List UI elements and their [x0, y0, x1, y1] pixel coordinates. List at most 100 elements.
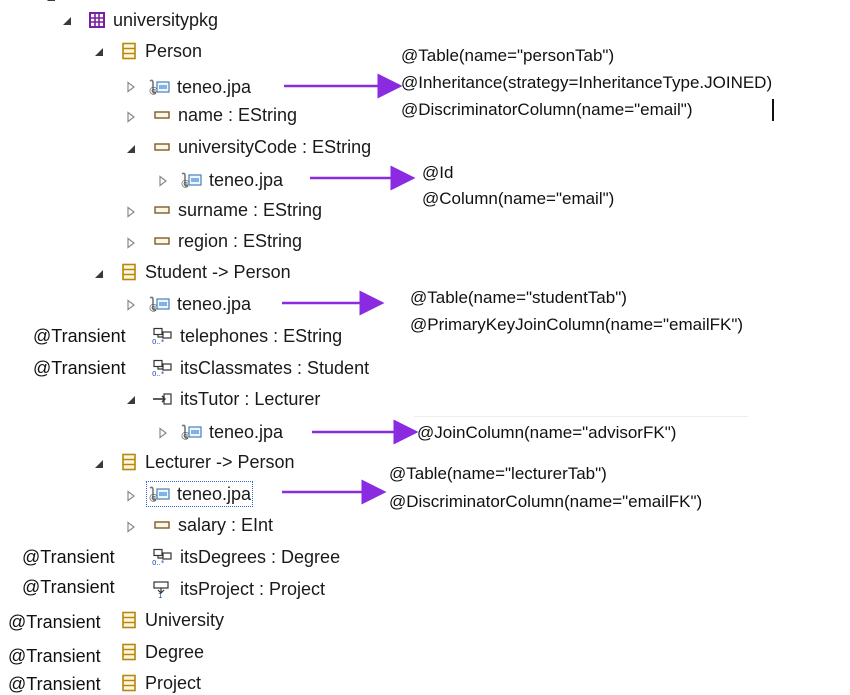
- tree-node-classmates[interactable]: itsClassmates : Student: [151, 357, 369, 379]
- expand-toggle[interactable]: [124, 142, 138, 156]
- collapse-toggle[interactable]: [124, 298, 138, 312]
- node-label: surname : EString: [178, 200, 323, 220]
- annotation-line: @Column(name="email"): [422, 189, 615, 208]
- tree-node-lecturer-jpa[interactable]: teneo.jpa: [145, 481, 254, 507]
- node-label: itsProject : Project: [180, 579, 326, 599]
- node-label: universityCode : EString: [178, 137, 372, 157]
- tree-node-package[interactable]: universitypkg: [88, 9, 218, 31]
- tree-node-region[interactable]: region : EString: [153, 230, 302, 252]
- tree-node-project[interactable]: Project: [120, 672, 201, 694]
- reference-one-icon: [151, 390, 173, 408]
- expand-toggle[interactable]: [60, 14, 74, 28]
- node-label: salary : EInt: [178, 515, 274, 535]
- expand-toggle[interactable]: [124, 393, 138, 407]
- annotation-box-student: @Table(name="studentTab") @PrimaryKeyJoi…: [404, 286, 824, 342]
- attribute-icon: [153, 106, 171, 124]
- attribute-icon: [153, 516, 171, 534]
- collapse-toggle[interactable]: [124, 520, 138, 534]
- annotation-line: @DiscriminatorColumn(name="emailFK"): [389, 492, 703, 511]
- expand-toggle[interactable]: [92, 45, 106, 59]
- annotation-line: @Table(name="lecturerTab"): [389, 464, 607, 483]
- reference-many-icon: [151, 327, 173, 345]
- annotation-line: @Inheritance(strategy=InheritanceType.JO…: [401, 73, 773, 92]
- collapse-toggle[interactable]: [124, 110, 138, 124]
- annotation-line: @Id: [422, 163, 454, 182]
- class-icon: [120, 643, 138, 661]
- tree-node-degrees[interactable]: itsDegrees : Degree: [151, 546, 340, 568]
- reference-one-icon: [151, 580, 173, 598]
- node-label: Person: [145, 41, 203, 61]
- annotation-icon: [148, 295, 170, 313]
- node-label: itsTutor : Lecturer: [180, 389, 321, 409]
- annotation-line: @Table(name="studentTab"): [410, 288, 627, 307]
- transient-tag: @Transient: [22, 547, 115, 567]
- attribute-icon: [153, 232, 171, 250]
- node-label: teneo.jpa: [177, 77, 252, 97]
- annotation-box-tutor: @JoinColumn(name="advisorFK"): [414, 416, 748, 449]
- tree-node-lecturer[interactable]: Lecturer -> Person: [120, 451, 295, 473]
- attribute-icon: [153, 138, 171, 156]
- tree-node-person[interactable]: Person: [120, 40, 202, 62]
- tree-node-university-code[interactable]: universityCode : EString: [153, 136, 371, 158]
- tree-node-tutor-jpa[interactable]: teneo.jpa: [180, 421, 283, 443]
- node-label: itsClassmates : Student: [180, 358, 370, 378]
- package-icon: [88, 11, 106, 29]
- node-label: telephones : EString: [180, 326, 343, 346]
- transient-tag: @Transient: [22, 577, 115, 597]
- annotation-icon: [180, 423, 202, 441]
- collapse-toggle[interactable]: [124, 236, 138, 250]
- annotation-line: @PrimaryKeyJoinColumn(name="emailFK"): [410, 315, 744, 334]
- tree-node-telephones[interactable]: telephones : EString: [151, 325, 342, 347]
- tree-node-university[interactable]: University: [120, 609, 224, 631]
- node-label: Student -> Person: [145, 262, 291, 282]
- annotation-icon: [148, 485, 170, 503]
- transient-tag: @Transient: [8, 646, 101, 666]
- annotation-box-person: @Table(name="personTab") @Inheritance(st…: [396, 44, 850, 124]
- annotation-icon: [180, 171, 202, 189]
- tree-node-student[interactable]: Student -> Person: [120, 261, 291, 283]
- transient-tag: @Transient: [33, 358, 126, 378]
- collapse-toggle[interactable]: [156, 426, 170, 440]
- reference-many-icon: [151, 548, 173, 566]
- annotation-icon: [148, 78, 170, 96]
- node-label: teneo.jpa: [177, 484, 252, 504]
- node-label: teneo.jpa: [209, 170, 284, 190]
- tree-node-salary[interactable]: salary : EInt: [153, 514, 273, 536]
- node-label: Degree: [145, 642, 205, 662]
- annotation-box-lecturer: @Table(name="lecturerTab") @Discriminato…: [385, 458, 795, 518]
- transient-tag: @Transient: [33, 326, 126, 346]
- node-label: universitypkg: [113, 10, 219, 30]
- expand-toggle[interactable]: [92, 457, 106, 471]
- reference-many-icon: [151, 359, 173, 377]
- class-icon: [120, 263, 138, 281]
- class-icon: [120, 42, 138, 60]
- tree-node-project-ref[interactable]: itsProject : Project: [151, 578, 325, 600]
- node-label: name : EString: [178, 105, 298, 125]
- expand-toggle[interactable]: [44, 0, 58, 4]
- tree-node-surname[interactable]: surname : EString: [153, 199, 322, 221]
- node-label: University: [145, 610, 225, 630]
- annotation-line: @Table(name="personTab"): [401, 46, 615, 65]
- expand-toggle[interactable]: [92, 267, 106, 281]
- annotation-line: @DiscriminatorColumn(name="email"): [401, 100, 693, 119]
- annotation-box-university-code: @Id @Column(name="email"): [416, 158, 666, 214]
- tree-node-person-jpa[interactable]: teneo.jpa: [148, 76, 251, 98]
- node-label: Lecturer -> Person: [145, 452, 295, 472]
- collapse-toggle[interactable]: [124, 205, 138, 219]
- text-cursor: [772, 99, 774, 121]
- tree-node-name[interactable]: name : EString: [153, 104, 297, 126]
- collapse-toggle[interactable]: [156, 174, 170, 188]
- tree-node-degree[interactable]: Degree: [120, 641, 204, 663]
- annotation-line: @JoinColumn(name="advisorFK"): [417, 423, 677, 442]
- tree-node-code-jpa[interactable]: teneo.jpa: [180, 169, 283, 191]
- node-label: Project: [145, 673, 202, 693]
- node-label: teneo.jpa: [209, 422, 284, 442]
- transient-tag: @Transient: [8, 612, 101, 632]
- tree-node-student-jpa[interactable]: teneo.jpa: [148, 293, 251, 315]
- transient-tag: @Transient: [8, 674, 101, 694]
- collapse-toggle[interactable]: [124, 489, 138, 503]
- node-label: itsDegrees : Degree: [180, 547, 341, 567]
- attribute-icon: [153, 201, 171, 219]
- collapse-toggle[interactable]: [124, 80, 138, 94]
- tree-node-tutor[interactable]: itsTutor : Lecturer: [151, 388, 320, 410]
